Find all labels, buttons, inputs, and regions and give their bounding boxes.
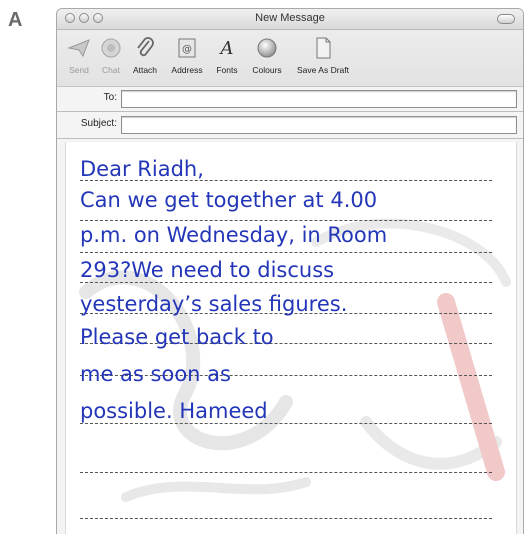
ruled-line — [80, 220, 492, 221]
page: A New Message Send Chat Attach @ Address… — [0, 0, 526, 534]
message-line: possible. Hameed — [80, 399, 268, 423]
subject-label: Subject: — [80, 118, 117, 129]
message-line: 293?We need to discuss — [80, 258, 335, 282]
ruled-line — [80, 423, 492, 424]
paperclip-icon — [132, 36, 158, 62]
subject-field[interactable] — [121, 116, 517, 134]
to-row: To: — [57, 87, 523, 111]
chat-icon — [98, 36, 124, 62]
to-field[interactable] — [121, 90, 517, 108]
ruled-line — [80, 518, 492, 519]
message-line: p.m. on Wednesday, in Room — [80, 223, 388, 247]
ruled-line — [80, 282, 492, 283]
message-body[interactable]: Dear Riadh, Can we get together at 4.00 … — [65, 142, 517, 534]
ruled-line — [80, 472, 492, 473]
message-line: Dear Riadh, — [80, 157, 204, 181]
fonts-icon: A — [220, 38, 234, 59]
draft-document-icon — [310, 36, 336, 62]
ruled-line — [80, 252, 492, 253]
body-divider — [57, 138, 523, 139]
send-label: Send — [69, 65, 89, 75]
title-bar[interactable]: New Message — [57, 9, 523, 30]
message-line: me as soon as — [80, 362, 231, 386]
save-as-draft-button[interactable]: Save As Draft — [293, 36, 353, 75]
message-line: Please get back to — [80, 325, 274, 349]
colours-button[interactable]: Colours — [245, 36, 289, 75]
window-title: New Message — [255, 12, 325, 24]
chat-label: Chat — [102, 65, 120, 75]
colours-label: Colours — [252, 65, 282, 75]
toolbar-toggle-button[interactable] — [497, 14, 515, 24]
save-as-draft-label: Save As Draft — [297, 65, 349, 75]
header-divider — [57, 111, 523, 112]
svg-text:@: @ — [182, 44, 192, 55]
exercise-label: A — [8, 9, 23, 31]
address-button[interactable]: @ Address — [165, 36, 209, 75]
fonts-button[interactable]: A Fonts — [205, 36, 249, 75]
address-label: Address — [171, 65, 203, 75]
attach-label: Attach — [132, 65, 158, 75]
message-line: Can we get together at 4.00 — [80, 188, 378, 212]
subject-row: Subject: — [57, 113, 523, 137]
new-message-window: New Message Send Chat Attach @ Address A… — [56, 8, 524, 534]
colour-wheel-icon — [254, 36, 280, 62]
toolbar: Send Chat Attach @ Address A Fonts Colou… — [57, 30, 523, 87]
message-line: yesterday’s sales figures. — [80, 292, 348, 316]
attach-button[interactable]: Attach — [123, 36, 167, 75]
to-label: To: — [103, 92, 117, 103]
address-book-icon: @ — [174, 36, 200, 62]
fonts-label: Fonts — [216, 65, 238, 75]
